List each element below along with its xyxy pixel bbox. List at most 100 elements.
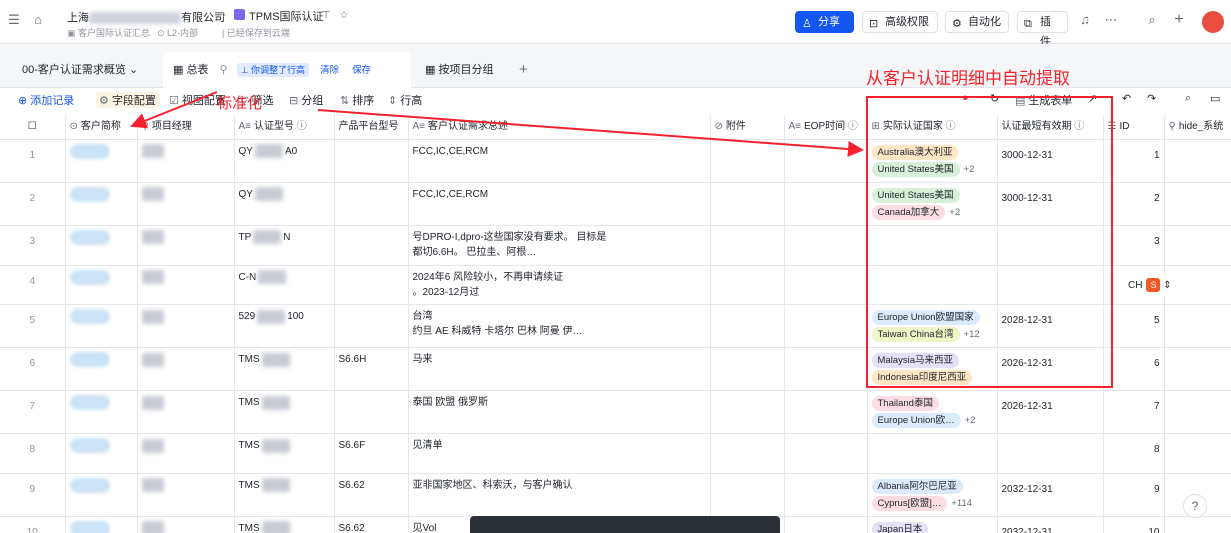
doc-title[interactable]: TPMS国际认证 — [249, 8, 324, 24]
customer-cell[interactable] — [65, 304, 138, 349]
attachment-cell[interactable] — [710, 265, 785, 306]
pm-cell[interactable] — [137, 390, 235, 435]
countries-cell[interactable] — [867, 433, 998, 475]
image-viewer-toolbar[interactable] — [470, 516, 780, 533]
row-height-button[interactable]: ⇕ 行高 — [388, 92, 422, 108]
model-cell[interactable]: QY A0 — [234, 139, 335, 183]
eop-cell[interactable] — [784, 473, 868, 518]
row-number[interactable]: 6 — [0, 347, 66, 392]
column-header-requirements[interactable]: A≡ 客户认证需求总述 — [408, 115, 711, 140]
country-tag[interactable]: Albania阿尔巴尼亚 — [871, 479, 963, 495]
expiry-cell[interactable]: 2032-12-31 — [997, 516, 1104, 533]
country-tag[interactable]: Indonesia印度尼西亚 — [871, 370, 973, 386]
hide-system-cell[interactable] — [1164, 433, 1231, 475]
star-icon[interactable]: ☆ — [336, 8, 352, 24]
row-number[interactable]: 4 — [0, 265, 66, 306]
eop-cell[interactable] — [784, 265, 868, 306]
platform-cell[interactable] — [334, 139, 409, 183]
help-button[interactable]: ? — [1183, 494, 1207, 518]
hide-system-cell[interactable] — [1164, 347, 1231, 392]
attachment-cell[interactable] — [710, 225, 785, 266]
customer-cell[interactable] — [65, 516, 138, 533]
id-cell[interactable]: 1 — [1103, 139, 1165, 183]
attachment-cell[interactable] — [710, 473, 785, 518]
column-header-attachment[interactable]: ⊘ 附件 — [710, 115, 785, 140]
ime-indicator[interactable]: CH S ⇕ — [1120, 277, 1180, 295]
hide-system-cell[interactable] — [1164, 139, 1231, 183]
attachment-cell[interactable] — [710, 433, 785, 475]
tab-main[interactable]: ▦ 总表 ⚲ ⊥ 你调整了行高 清除 保存 — [163, 52, 411, 88]
attachment-cell[interactable] — [710, 347, 785, 392]
requirements-cell[interactable]: 亚非国家地区、科索沃，与客户确认 — [408, 473, 711, 518]
field-config-button[interactable]: ⚙ 字段配置 — [96, 92, 159, 108]
eop-cell[interactable] — [784, 516, 868, 533]
id-cell[interactable]: 3 — [1103, 225, 1165, 266]
automation-button[interactable]: ⚙ 自动化 — [945, 11, 1009, 33]
customer-cell[interactable] — [65, 265, 138, 306]
platform-cell[interactable] — [334, 225, 409, 266]
row-number[interactable]: 8 — [0, 433, 66, 475]
customer-cell[interactable] — [65, 473, 138, 518]
add-icon[interactable]: + — [1171, 12, 1187, 28]
table-row[interactable]: 8 TMS S6.6F 见清单 8 — [0, 433, 1231, 475]
breadcrumb-company[interactable]: 上海 有限公司 — [67, 9, 225, 25]
hide-system-cell[interactable] — [1164, 304, 1231, 349]
table-row[interactable]: 5 529 100 台湾 约旦 AE 科威特 卡塔尔 巴林 阿曼 伊… Europe Un… — [0, 304, 1231, 349]
expiry-cell[interactable]: 2026-12-31 — [997, 390, 1104, 435]
country-tag[interactable]: United States美国 — [871, 188, 960, 203]
pm-cell[interactable] — [137, 347, 235, 392]
more-tags-count[interactable]: +2 — [949, 207, 960, 218]
select-all-checkbox[interactable]: ☐ — [0, 115, 66, 140]
model-cell[interactable]: TP N — [234, 225, 335, 266]
expiry-cell[interactable]: 2028-12-31 — [997, 304, 1104, 349]
column-header-platform[interactable]: 产品平台型号 — [334, 115, 409, 140]
table-row[interactable]: 6 TMS S6.6H 马来 Malaysia马来西亚 Indonesia印度尼西亚 202… — [0, 347, 1231, 392]
refresh-icon[interactable]: ↻ — [990, 92, 999, 105]
countries-cell[interactable]: Australia澳大利亚 United States美国 +2 — [867, 139, 998, 183]
expiry-cell[interactable] — [997, 265, 1104, 306]
table-row[interactable]: 2 QY FCC,IC,CE,RCM United States美国 Canada加拿大… — [0, 182, 1231, 226]
id-cell[interactable]: 5 — [1103, 304, 1165, 349]
platform-cell[interactable] — [334, 182, 409, 226]
add-record-button[interactable]: ⊕ 添加记录 — [18, 92, 74, 108]
pm-cell[interactable] — [137, 516, 235, 533]
customer-cell[interactable] — [65, 139, 138, 183]
requirements-cell[interactable]: 号DPRO-I,dpro-这些国家没有要求。 目标是 都切6.6H。 巴拉圭、阿根… — [408, 225, 711, 266]
tab-group-by-project[interactable]: ▦ 按项目分组 — [425, 52, 493, 88]
countries-cell[interactable] — [867, 265, 998, 306]
countries-cell[interactable]: Albania阿尔巴尼亚 Cyprus[欧盟]… +114 — [867, 473, 998, 518]
table-row[interactable]: 7 TMS 泰国 欧盟 俄罗斯 Thailand泰国 Europe Union欧… +2 2… — [0, 390, 1231, 435]
customer-cell[interactable] — [65, 182, 138, 226]
more-tags-count[interactable]: +114 — [951, 498, 972, 509]
table-row[interactable]: 4C-N2024年6 风险较小，不再申请续证。2023-12月过4 — [0, 265, 1231, 306]
attachment-cell[interactable] — [710, 304, 785, 349]
model-cell[interactable]: TMS — [234, 516, 335, 533]
country-tag[interactable]: United States美国 — [871, 162, 960, 177]
row-number[interactable]: 9 — [0, 473, 66, 518]
eop-cell[interactable] — [784, 433, 868, 475]
countries-cell[interactable] — [867, 225, 998, 266]
share-view-icon[interactable]: ↗ — [1088, 92, 1097, 105]
requirements-cell[interactable]: FCC,IC,CE,RCM — [408, 182, 711, 226]
column-header-eop[interactable]: A≡ EOP时间 ⓘ — [784, 115, 868, 140]
country-tag[interactable]: Taiwan China台湾 — [871, 327, 960, 343]
attachment-cell[interactable] — [710, 390, 785, 435]
platform-cell[interactable]: S6.62 — [334, 473, 409, 518]
row-number[interactable]: 1 — [0, 139, 66, 183]
hide-system-cell[interactable] — [1164, 182, 1231, 226]
sidebar-toggle-icon[interactable]: ☰ — [6, 12, 22, 28]
redo-icon[interactable]: ↷ — [1147, 92, 1156, 105]
expiry-cell[interactable]: 2026-12-31 — [997, 347, 1104, 392]
group-button[interactable]: ⊟ 分组 — [289, 92, 323, 108]
column-header-model[interactable]: A≡ 认证型号 ⓘ — [234, 115, 335, 140]
pm-cell[interactable] — [137, 473, 235, 518]
countries-cell[interactable]: Japan日本 — [867, 516, 998, 533]
countries-cell[interactable]: United States美国 Canada加拿大 +2 — [867, 182, 998, 226]
customer-cell[interactable] — [65, 433, 138, 475]
row-number[interactable]: 10 — [0, 516, 66, 533]
requirements-cell[interactable]: 台湾 约旦 AE 科威特 卡塔尔 巴林 阿曼 伊… — [408, 304, 711, 349]
column-header-pm[interactable]: ⚲ 项目经理 — [137, 115, 235, 140]
generate-form-button[interactable]: ▤ 生成表单 — [1015, 92, 1072, 108]
column-header-expiry[interactable]: 认证最短有效期 ⓘ — [997, 115, 1104, 140]
table-row[interactable]: 3 TP N 号DPRO-I,dpro-这些国家没有要求。 目标是 都切6.6H。 巴拉… — [0, 225, 1231, 266]
